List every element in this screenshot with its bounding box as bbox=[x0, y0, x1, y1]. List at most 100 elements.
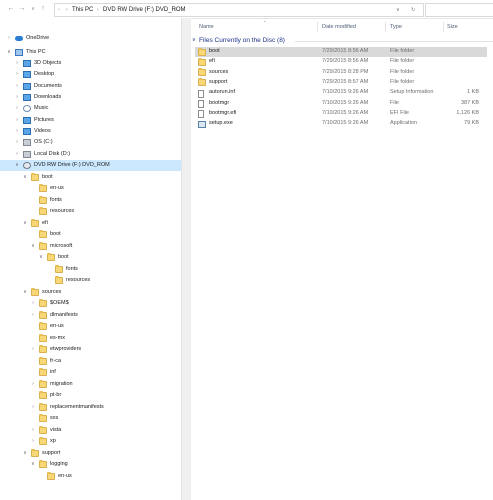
nav-item[interactable]: pt-br bbox=[0, 390, 175, 401]
nav-item[interactable]: ∨ This PC bbox=[0, 47, 175, 58]
nav-item[interactable]: fr-ca bbox=[0, 356, 175, 367]
nav-item[interactable]: fonts bbox=[0, 264, 175, 275]
refresh-icon[interactable]: ↻ bbox=[411, 4, 415, 16]
nav-item[interactable]: › etwproviders bbox=[0, 344, 175, 355]
nav-item[interactable]: ∨ efi bbox=[0, 218, 175, 229]
nav-item[interactable]: › Videos bbox=[0, 126, 175, 137]
column-header-type[interactable]: Type bbox=[390, 22, 402, 32]
file-row[interactable]: bootmgr 7/10/2015 9:26 AM File 387 KB bbox=[195, 99, 487, 108]
expand-chevron-right-icon[interactable]: › bbox=[6, 33, 12, 44]
expand-chevron-right-icon[interactable]: › bbox=[30, 298, 36, 309]
expand-chevron-right-icon[interactable]: › bbox=[14, 103, 20, 114]
nav-item[interactable]: en-us bbox=[0, 471, 175, 482]
expand-chevron-right-icon[interactable]: › bbox=[14, 92, 20, 103]
address-bar[interactable]: ▫ › This PC › DVD RW Drive (F:) DVD_ROM … bbox=[54, 3, 424, 17]
breadcrumb-separator-icon[interactable]: › bbox=[97, 4, 99, 16]
nav-item[interactable]: boot bbox=[0, 229, 175, 240]
address-history-chevron-icon[interactable]: ∨ bbox=[396, 4, 400, 16]
expand-chevron-right-icon[interactable]: › bbox=[14, 137, 20, 148]
recent-locations-chevron-icon[interactable]: ∨ bbox=[28, 2, 38, 16]
expand-chevron-down-icon[interactable]: ∨ bbox=[14, 160, 20, 171]
expand-chevron-down-icon[interactable]: ∨ bbox=[6, 47, 12, 58]
address-pc-icon: ▫ bbox=[58, 7, 60, 13]
file-row[interactable]: support 7/29/2015 8:57 AM File folder bbox=[195, 78, 487, 88]
up-arrow-icon[interactable]: ↑ bbox=[38, 2, 48, 16]
expand-chevron-right-icon[interactable]: › bbox=[14, 81, 20, 92]
expand-chevron-down-icon[interactable]: ∨ bbox=[30, 459, 36, 470]
nav-item[interactable]: ∨ boot bbox=[0, 172, 175, 183]
file-row[interactable]: setup.exe 7/10/2015 9:26 AM Application 79 … bbox=[195, 119, 487, 129]
nav-item[interactable]: › migration bbox=[0, 379, 175, 390]
forward-arrow-icon[interactable]: → bbox=[17, 2, 27, 16]
expand-chevron-right-icon[interactable]: › bbox=[30, 425, 36, 436]
nav-item[interactable]: › xp bbox=[0, 436, 175, 447]
nav-item[interactable]: ∨ microsoft bbox=[0, 241, 175, 252]
nav-item[interactable]: resources bbox=[0, 206, 175, 217]
column-header-date-modified[interactable]: Date modified bbox=[322, 22, 356, 32]
nav-item[interactable]: ∨ support bbox=[0, 448, 175, 459]
expand-chevron-down-icon[interactable]: ∨ bbox=[38, 252, 44, 263]
nav-item[interactable]: fonts bbox=[0, 195, 175, 206]
nav-item[interactable]: › Downloads bbox=[0, 92, 175, 103]
pane-splitter[interactable] bbox=[181, 18, 191, 500]
breadcrumb-separator-icon[interactable]: › bbox=[66, 4, 68, 16]
expand-chevron-down-icon[interactable]: ∨ bbox=[22, 218, 28, 229]
nav-item[interactable]: ∨ sources bbox=[0, 287, 175, 298]
breadcrumb-this-pc[interactable]: This PC bbox=[72, 4, 93, 16]
column-header-size[interactable]: Size bbox=[447, 22, 458, 32]
nav-item[interactable]: ∨ DVD RW Drive (F:) DVD_ROM bbox=[0, 160, 181, 172]
expand-chevron-right-icon[interactable]: › bbox=[30, 436, 36, 447]
folder-icon bbox=[39, 368, 47, 376]
nav-item[interactable]: resources bbox=[0, 275, 175, 286]
expand-chevron-right-icon[interactable]: › bbox=[14, 69, 20, 80]
folder-icon bbox=[55, 264, 63, 273]
file-row[interactable]: sources 7/29/2015 8:28 PM File folder bbox=[195, 68, 487, 78]
nav-item[interactable]: es-mx bbox=[0, 333, 175, 344]
nav-item[interactable]: › Documents bbox=[0, 81, 175, 92]
expand-chevron-down-icon[interactable]: ∨ bbox=[22, 172, 28, 183]
nav-item[interactable]: › Local Disk (D:) bbox=[0, 149, 175, 160]
expand-chevron-right-icon[interactable]: › bbox=[30, 310, 36, 321]
group-header[interactable]: Files Currently on the Disc (8) bbox=[199, 37, 285, 44]
nav-item[interactable]: inf bbox=[0, 367, 175, 378]
nav-item[interactable]: en-us bbox=[0, 183, 175, 194]
nav-item[interactable]: ∨ boot bbox=[0, 252, 175, 263]
nav-item[interactable]: › Music bbox=[0, 103, 175, 114]
nav-item[interactable]: en-us bbox=[0, 321, 175, 332]
nav-item[interactable]: › $OEM$ bbox=[0, 298, 175, 309]
nav-item[interactable]: ∨ logging bbox=[0, 459, 175, 470]
column-divider[interactable] bbox=[317, 22, 318, 32]
expand-chevron-right-icon[interactable]: › bbox=[14, 115, 20, 126]
nav-item[interactable]: › dlmanifests bbox=[0, 310, 175, 321]
nav-item[interactable]: › Desktop bbox=[0, 69, 175, 80]
file-row[interactable]: boot 7/29/2015 8:56 AM File folder bbox=[195, 47, 487, 57]
nav-item[interactable]: sxs bbox=[0, 413, 175, 424]
expand-chevron-down-icon[interactable]: ∨ bbox=[30, 241, 36, 252]
file-row[interactable]: efi 7/29/2015 8:56 AM File folder bbox=[195, 57, 487, 67]
nav-item[interactable]: › vista bbox=[0, 425, 175, 436]
column-divider[interactable] bbox=[443, 22, 444, 32]
expand-chevron-right-icon[interactable]: › bbox=[30, 402, 36, 413]
expand-chevron-down-icon[interactable]: ∨ bbox=[22, 448, 28, 459]
nav-item[interactable]: › OneDrive bbox=[0, 33, 175, 44]
nav-item[interactable]: › OS (C:) bbox=[0, 137, 175, 148]
expand-chevron-right-icon[interactable]: › bbox=[30, 344, 36, 355]
file-row[interactable]: autorun.inf 7/10/2015 9:26 AM Setup Inform… bbox=[195, 88, 487, 98]
expand-chevron-right-icon[interactable]: › bbox=[14, 149, 20, 160]
breadcrumb-separator-icon[interactable]: › bbox=[175, 4, 177, 16]
nav-item[interactable]: › Pictures bbox=[0, 115, 175, 126]
search-input[interactable] bbox=[425, 3, 493, 17]
breadcrumb-dvd-drive[interactable]: DVD RW Drive (F:) DVD_ROM bbox=[103, 4, 186, 16]
documents-icon bbox=[23, 82, 31, 90]
expand-chevron-down-icon[interactable]: ∨ bbox=[22, 287, 28, 298]
file-row[interactable]: bootmgr.efi 7/10/2015 9:26 AM EFI File 1,12… bbox=[195, 109, 487, 119]
column-header-name[interactable]: Name bbox=[199, 22, 214, 32]
expand-chevron-right-icon[interactable]: › bbox=[30, 379, 36, 390]
nav-item[interactable]: › 3D Objects bbox=[0, 58, 175, 69]
column-divider[interactable] bbox=[385, 22, 386, 32]
expand-chevron-right-icon[interactable]: › bbox=[14, 58, 20, 69]
back-arrow-icon[interactable]: ← bbox=[6, 2, 16, 16]
nav-item[interactable]: › replacementmanifests bbox=[0, 402, 175, 413]
group-collapse-chevron-icon[interactable]: ∨ bbox=[192, 37, 196, 43]
expand-chevron-right-icon[interactable]: › bbox=[14, 126, 20, 137]
